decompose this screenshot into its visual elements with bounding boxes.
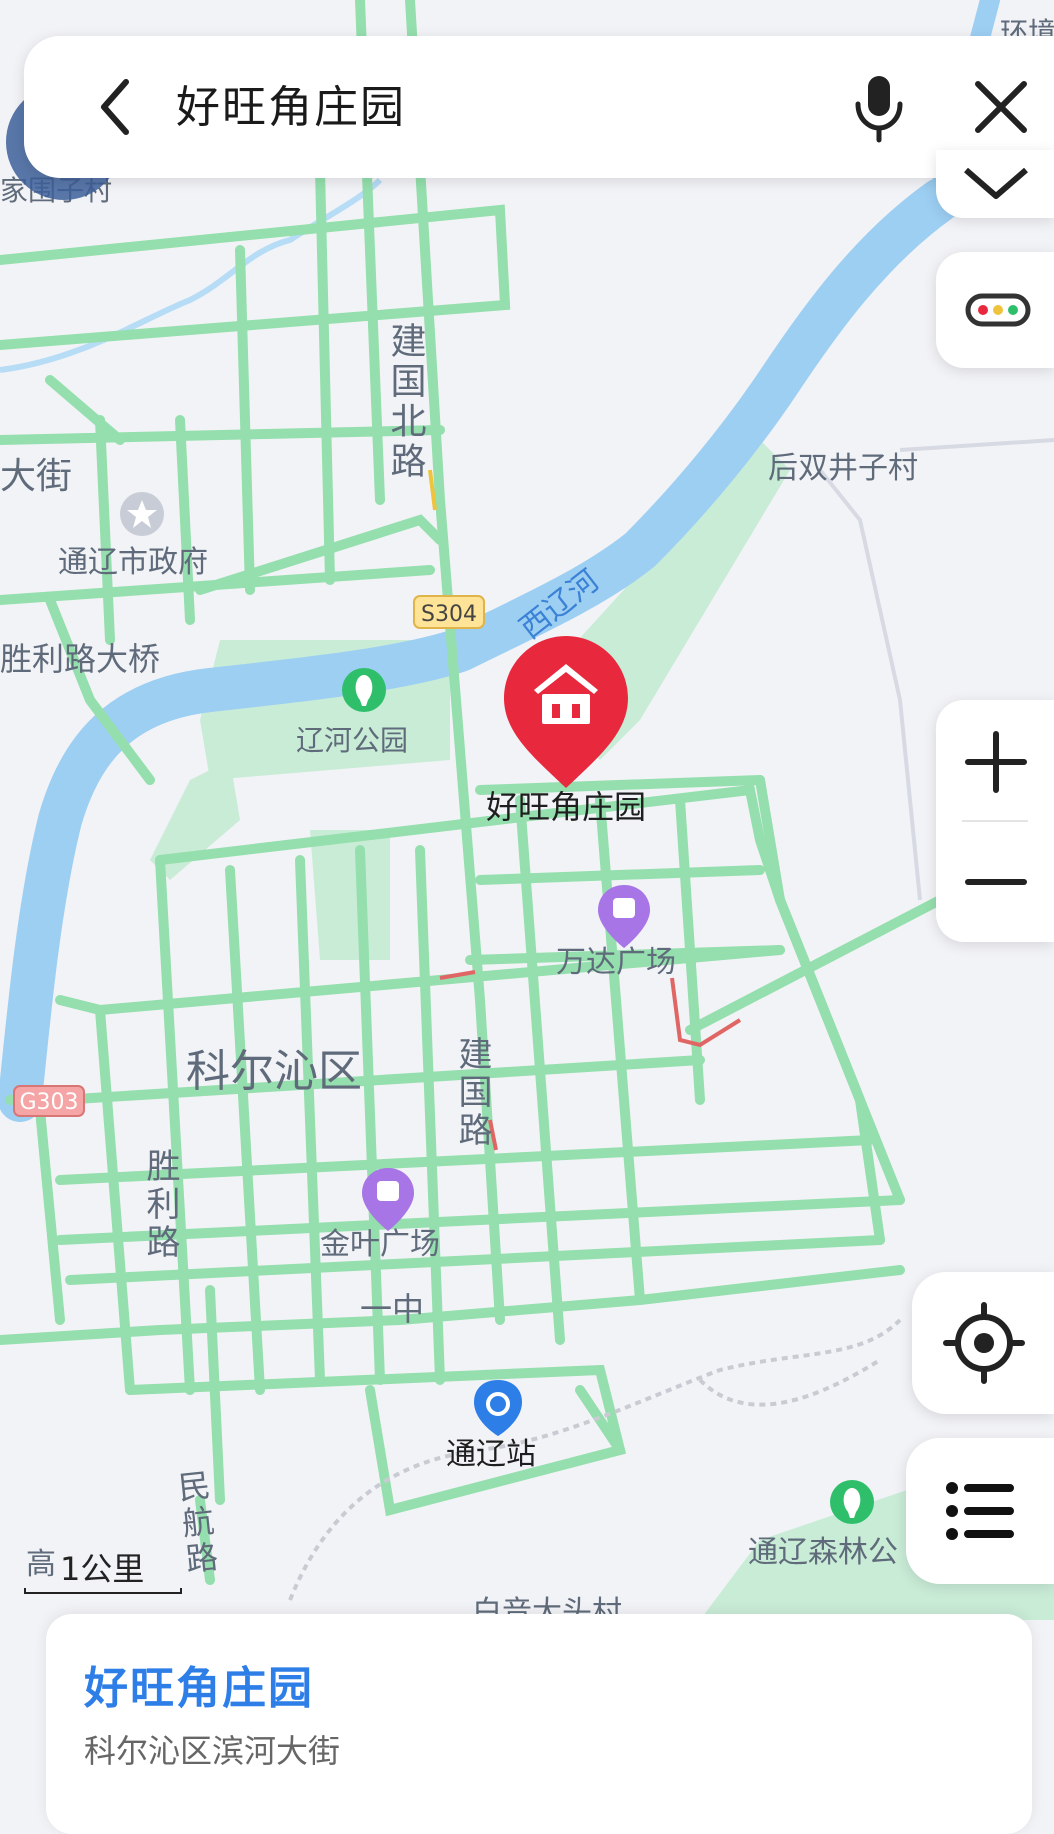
zoom-control: [936, 700, 1054, 942]
search-bar[interactable]: 好旺角庄园: [24, 36, 1054, 178]
result-card[interactable]: 好旺角庄园 科尔沁区滨河大街: [46, 1614, 1032, 1834]
shield-s304-label: S304: [421, 602, 477, 627]
shengli-label: 胜利路: [140, 1148, 180, 1262]
yizhong-label: 一中: [360, 1290, 424, 1328]
list-icon: [946, 1482, 1014, 1540]
shopping-icon: [598, 885, 650, 948]
pin-label: 好旺角庄园: [486, 788, 646, 826]
list-button[interactable]: [906, 1438, 1054, 1584]
jinye-label: 金叶广场: [320, 1227, 440, 1262]
mic-icon: [855, 76, 903, 143]
scale-label: 1公里: [60, 1550, 145, 1588]
close-icon: [975, 81, 1027, 133]
zoom-out-icon: [965, 879, 1027, 885]
train-station-icon: [474, 1380, 522, 1436]
back-button[interactable]: [82, 72, 152, 142]
dajie-label: 大街: [0, 456, 72, 497]
park-tree-icon: [342, 668, 386, 712]
shield-g303-label: G303: [19, 1090, 78, 1115]
station-label: 通辽站: [446, 1437, 536, 1472]
jianguo-label: 建国路: [452, 1036, 492, 1150]
clear-button[interactable]: [966, 72, 1036, 144]
back-icon: [101, 79, 129, 135]
shengli-bridge-label: 胜利路大桥: [0, 640, 160, 678]
svg-text:建国北路: 建国北路: [385, 322, 426, 482]
result-address: 科尔沁区滨河大街: [84, 1732, 341, 1770]
forest-tree-icon: [830, 1480, 874, 1524]
layers-icon: [964, 167, 1028, 199]
shield-s304: S304: [413, 595, 485, 629]
locate-icon: [943, 1302, 1025, 1384]
layers-button[interactable]: [936, 150, 1054, 218]
forest-label: 通辽森林公: [748, 1535, 898, 1570]
scale-bar: [24, 1588, 182, 1594]
traffic-button[interactable]: [936, 252, 1054, 368]
shield-g303: G303: [13, 1085, 85, 1117]
houshuang-label: 后双井子村: [768, 451, 918, 486]
voice-search-button[interactable]: [844, 72, 914, 144]
map-scale: 1公里: [24, 1544, 184, 1594]
destination-pin[interactable]: [504, 636, 628, 788]
zoom-out-button[interactable]: [936, 822, 1054, 942]
result-title[interactable]: 好旺角庄园: [84, 1652, 314, 1716]
zoom-in-icon: [965, 731, 1027, 793]
liaohe-park-label: 辽河公园: [296, 724, 408, 757]
search-query[interactable]: 好旺角庄园: [176, 78, 406, 138]
gov-star-icon: [120, 492, 164, 536]
zoom-in-button[interactable]: [936, 700, 1054, 820]
map-canvas[interactable]: S304 G303 家围子村 环境 建国北路 大街 通辽市政府 胜利路大桥: [0, 0, 1054, 1808]
district-label: 科尔沁区: [186, 1046, 362, 1097]
wanda-label: 万达广场: [556, 945, 676, 980]
locate-button[interactable]: [912, 1272, 1054, 1414]
tongliao-gov-label: 通辽市政府: [58, 545, 208, 580]
jianguo-north-label: 建国北路: [385, 322, 426, 482]
traffic-icon: [965, 293, 1031, 327]
